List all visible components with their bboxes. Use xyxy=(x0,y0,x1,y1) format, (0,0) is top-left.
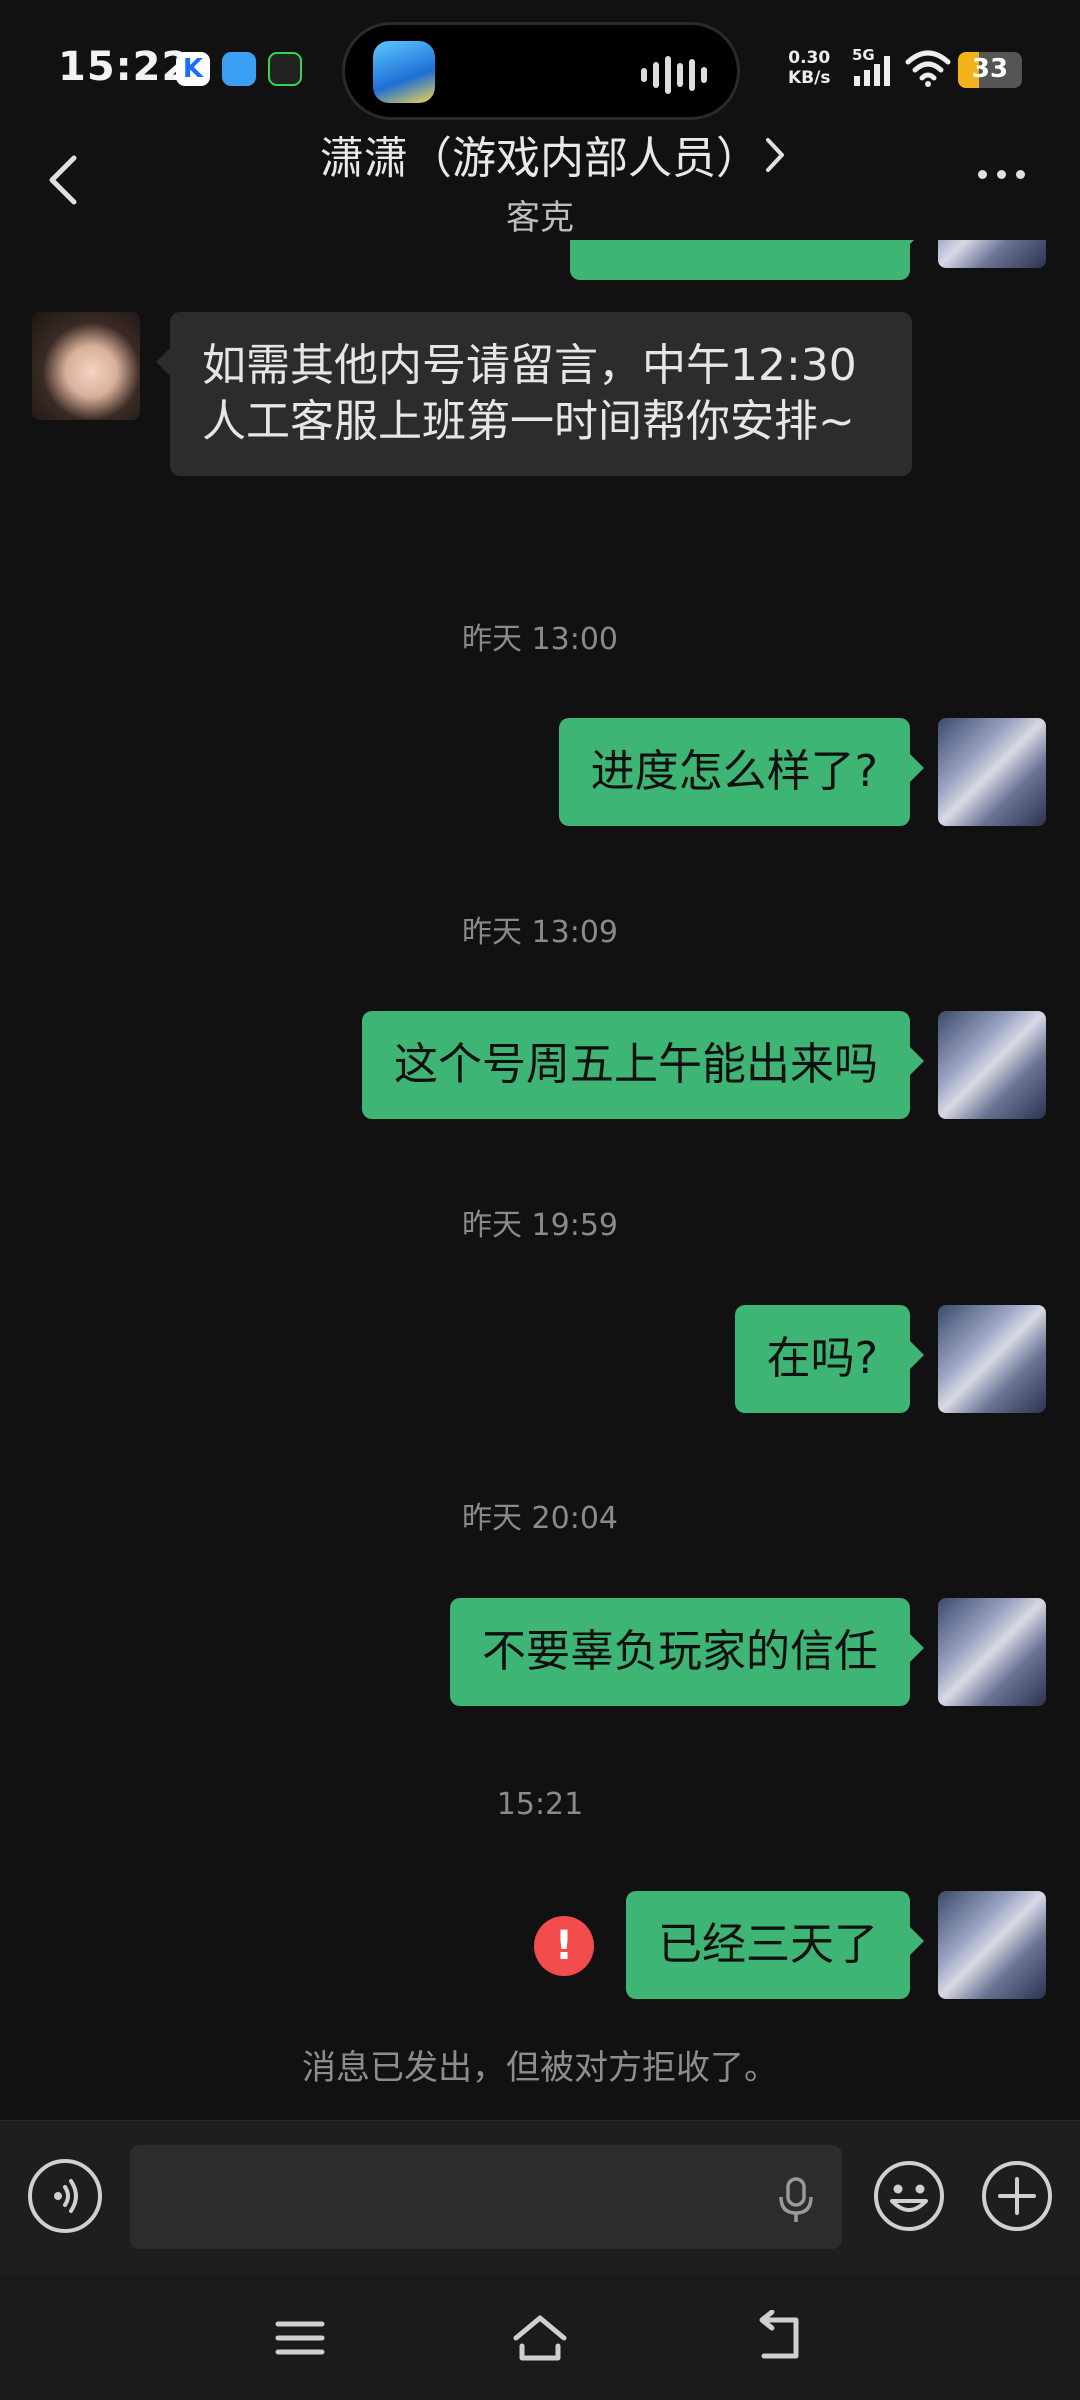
timestamp: 昨天 13:09 xyxy=(462,915,618,950)
network-speed-value: 0.30 xyxy=(788,48,831,68)
my-avatar[interactable] xyxy=(938,1598,1046,1706)
contact-name[interactable]: 潇潇（游戏内部人员） xyxy=(0,122,1080,186)
home-icon[interactable] xyxy=(510,2310,570,2366)
blue-app-icon xyxy=(222,52,256,86)
my-avatar[interactable] xyxy=(938,1011,1046,1119)
wifi-icon xyxy=(904,48,952,92)
message-bubble-sent[interactable]: 这个号周五上午能出来吗 xyxy=(362,1011,924,1119)
send-failed-icon[interactable]: ! xyxy=(534,1916,594,1976)
dot-icon xyxy=(978,170,987,179)
contact-subtitle: 客克 xyxy=(506,198,574,238)
timestamp: 昨天 13:00 xyxy=(462,622,618,657)
status-time: 15:22 xyxy=(58,44,191,90)
message-bubble-sent[interactable]: 在吗? xyxy=(734,1305,925,1413)
mic-icon[interactable] xyxy=(776,2175,816,2229)
my-avatar[interactable] xyxy=(938,240,1046,268)
chat-messages[interactable]: 如需其他内号请留言，中午12:30人工客服上班第一时间帮你安排~ 昨天 13:0… xyxy=(0,240,1080,2120)
dot-icon xyxy=(1016,170,1025,179)
chevron-right-icon[interactable] xyxy=(760,132,790,182)
system-nav-bar xyxy=(0,2274,1080,2400)
car-app-icon xyxy=(373,41,435,103)
my-avatar[interactable] xyxy=(938,718,1046,826)
message-bubble-sent[interactable]: 已经三天了 xyxy=(626,1891,924,1999)
battery-level: 33 xyxy=(971,54,1009,84)
k-app-icon: K xyxy=(176,52,210,86)
plus-icon[interactable] xyxy=(980,2159,1054,2233)
message-bubble-received[interactable]: 如需其他内号请留言，中午12:30人工客服上班第一时间帮你安排~ xyxy=(156,312,912,476)
message-bubble-sent[interactable]: 不要辜负玩家的信任 xyxy=(450,1598,924,1706)
back-icon[interactable] xyxy=(750,2309,810,2366)
menu-icon[interactable] xyxy=(270,2310,330,2366)
timestamp: 15:21 xyxy=(496,1787,584,1822)
input-bar xyxy=(0,2120,1080,2274)
rejected-notice: 消息已发出，但被对方拒收了。 xyxy=(302,2048,778,2088)
emoji-icon[interactable] xyxy=(872,2159,946,2233)
network-speed: 0.30 KB/s xyxy=(788,48,830,88)
voice-icon[interactable] xyxy=(28,2159,102,2233)
timestamp: 昨天 20:04 xyxy=(462,1501,618,1536)
dynamic-island[interactable] xyxy=(342,22,740,120)
contact-avatar[interactable] xyxy=(32,312,140,420)
timestamp: 昨天 19:59 xyxy=(462,1208,618,1243)
green-app-icon xyxy=(268,52,302,86)
chat-header: 潇潇（游戏内部人员） 客克 xyxy=(0,110,1080,240)
audio-wave-icon xyxy=(641,55,707,95)
network-type: 5G xyxy=(852,46,875,64)
my-avatar[interactable] xyxy=(938,1305,1046,1413)
network-speed-unit: KB/s xyxy=(788,68,831,88)
signal-icon: 5G xyxy=(850,46,898,92)
dot-icon xyxy=(997,170,1006,179)
message-bubble-sent[interactable]: 进度怎么样了? xyxy=(558,718,925,826)
my-avatar[interactable] xyxy=(938,1891,1046,1999)
message-input[interactable] xyxy=(130,2145,842,2249)
more-options-button[interactable] xyxy=(978,170,1025,179)
clipped-message-bubble[interactable] xyxy=(570,240,924,280)
battery-icon: 33 xyxy=(958,52,1022,88)
